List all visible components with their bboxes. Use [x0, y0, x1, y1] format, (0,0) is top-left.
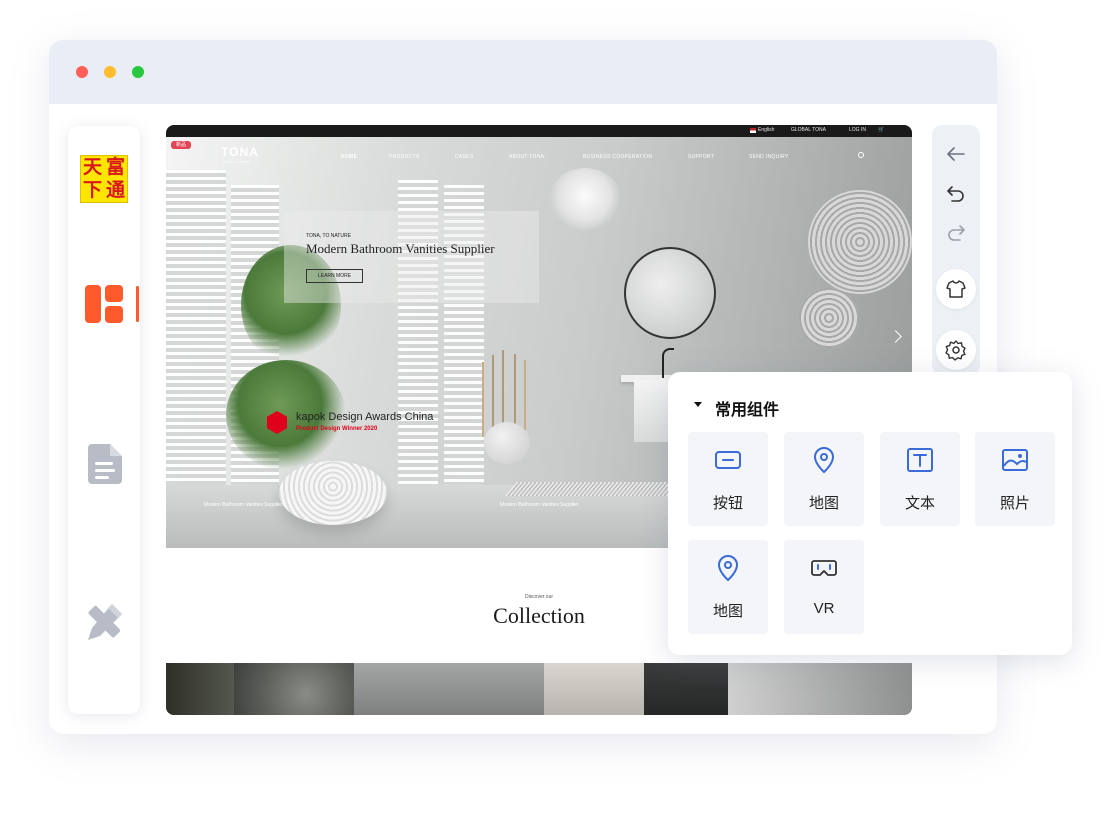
hero-tagline: TONA, TO NATURE [306, 233, 351, 239]
document-icon[interactable] [88, 444, 122, 484]
component-map[interactable]: 地图 [688, 540, 768, 634]
component-map[interactable]: 地图 [784, 432, 864, 526]
nav-about[interactable]: ABOUT TONA [509, 154, 544, 160]
map-pin-icon [810, 446, 838, 474]
vase-image [484, 422, 530, 464]
component-vr[interactable]: VR [784, 540, 864, 634]
hero-headline: Modern Bathroom Vanities Supplier [306, 241, 495, 256]
site-topbar: English GLOBAL TONA LOG IN 🛒 [166, 125, 912, 137]
award-subtitle: Product Design Winner 2020 [296, 426, 378, 432]
logo-char: 富 [105, 156, 125, 178]
pendant-lamp-image [549, 168, 621, 230]
component-label: 照片 [999, 495, 1030, 512]
new-badge: 新品 [171, 141, 191, 149]
wall-disc-image [808, 190, 912, 294]
rug-image [505, 482, 687, 496]
component-label: VR [813, 600, 835, 617]
login-link[interactable]: LOG IN [849, 127, 866, 133]
undo-icon[interactable] [935, 172, 977, 214]
brand-logo[interactable]: 天 富 下 通 [80, 155, 128, 203]
nav-cases[interactable]: CASES [455, 154, 473, 160]
site-logo-tagline: LESS IS MORE [223, 160, 251, 164]
photo-icon [1001, 446, 1029, 474]
caret-down-icon[interactable] [694, 402, 702, 407]
nav-business[interactable]: BUSINESS COOPERATION [583, 154, 652, 160]
component-label: 文本 [904, 495, 935, 512]
hero-text-panel [284, 211, 539, 303]
pencil-ruler-icon[interactable] [84, 602, 124, 642]
component-label: 地图 [808, 495, 839, 512]
region-select[interactable]: GLOBAL TONA [791, 127, 826, 133]
map-pin-icon [714, 554, 742, 582]
gallery-image[interactable] [234, 663, 354, 715]
text-icon [906, 446, 934, 474]
active-indicator [136, 286, 139, 322]
component-label: 按钮 [712, 495, 743, 512]
gallery-image[interactable] [354, 663, 544, 715]
award-title: kapok Design Awards China [296, 411, 434, 423]
logo-char: 下 [82, 179, 102, 201]
round-mirror-image [624, 247, 716, 339]
nav-products[interactable]: PRODUCTS [389, 154, 419, 160]
wall-disc-image [799, 288, 859, 348]
redo-icon[interactable] [935, 211, 977, 253]
shirt-icon[interactable] [936, 269, 976, 309]
collection-gallery[interactable] [166, 663, 912, 715]
layout-icon[interactable] [85, 285, 123, 323]
site-logo[interactable]: TONA [221, 145, 259, 159]
gallery-image[interactable] [166, 663, 234, 715]
component-text[interactable]: 文本 [880, 432, 960, 526]
maximize-window-button[interactable] [132, 66, 144, 78]
cart-icon[interactable]: 🛒 [878, 127, 884, 133]
title-bar [49, 40, 997, 104]
component-photo[interactable]: 照片 [975, 432, 1055, 526]
nav-inquiry[interactable]: SEND INQUIRY [749, 154, 789, 160]
vr-icon [810, 554, 838, 582]
gear-icon[interactable] [936, 330, 976, 370]
close-window-button[interactable] [76, 66, 88, 78]
right-toolbar [932, 125, 980, 375]
component-button[interactable]: 按钮 [688, 432, 768, 526]
minimize-window-button[interactable] [104, 66, 116, 78]
us-flag-icon [750, 128, 756, 133]
pouf-image [279, 461, 387, 525]
slide-caption: Modern Bathroom Vanities Supplier [204, 502, 283, 508]
left-sidebar: 天 富 下 通 [68, 126, 140, 714]
search-icon[interactable] [858, 152, 864, 158]
components-panel: 常用组件 按钮 地图 文本 照片 地图 VR [668, 372, 1072, 655]
language-select[interactable]: English [758, 127, 774, 133]
gallery-image[interactable] [544, 663, 644, 715]
logo-char: 天 [82, 156, 102, 178]
gallery-image[interactable] [644, 663, 728, 715]
pampas-grass-image [502, 350, 504, 425]
back-arrow-icon[interactable] [935, 133, 977, 175]
component-label: 地图 [712, 603, 743, 620]
logo-char: 通 [105, 179, 125, 201]
learn-more-button[interactable]: LEARN MORE [306, 269, 363, 283]
components-panel-title[interactable]: 常用组件 [715, 396, 779, 420]
slide-caption: Modern Bathroom Vanities Supplier [500, 502, 579, 508]
nav-home[interactable]: HOME [341, 154, 357, 160]
chevron-right-icon[interactable] [889, 330, 902, 343]
gallery-image[interactable] [728, 663, 912, 715]
button-icon [714, 446, 742, 474]
nav-support[interactable]: SUPPORT [688, 154, 714, 160]
